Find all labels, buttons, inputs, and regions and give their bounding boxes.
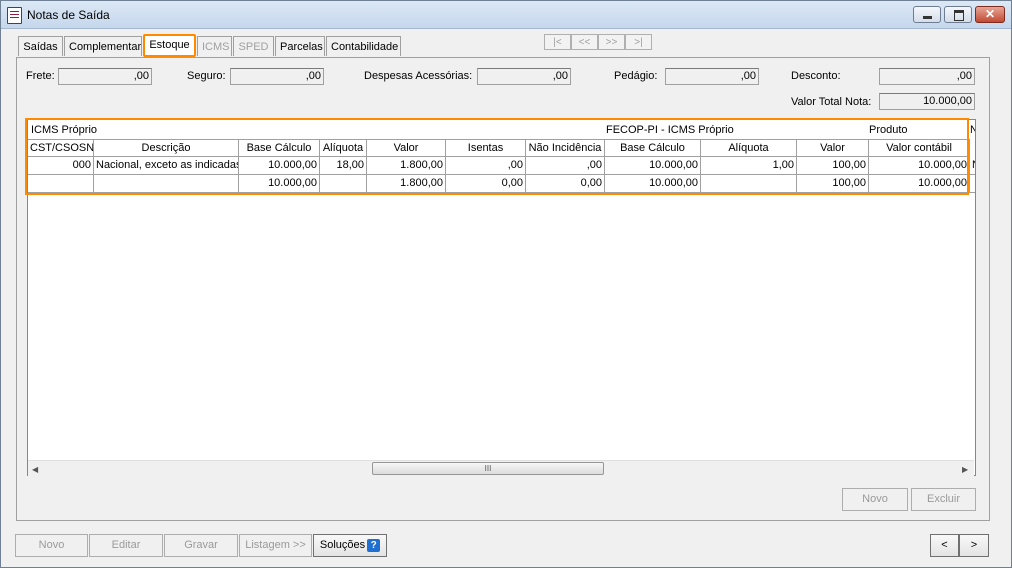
desconto-field[interactable]: ,00 [879,68,975,85]
prev-record-button[interactable]: << [571,34,598,50]
next-record-button[interactable]: >> [598,34,625,50]
prev-page-button[interactable]: < [930,534,959,557]
next-page-button[interactable]: > [959,534,989,557]
table-cell[interactable]: 10.000,00 [869,157,970,175]
table-cell[interactable]: 000 [28,157,94,175]
group-header-next: N [970,122,975,138]
col-fecop-base-calculo[interactable]: Base Cálculo [605,139,701,157]
title-bar: Notas de Saída [1,1,1011,29]
estoque-grid: ICMS Próprio FECOP-PI - ICMS Próprio Pro… [27,119,976,476]
col-fecop-valor[interactable]: Valor [797,139,869,157]
group-header-fecop: FECOP-PI - ICMS Próprio [606,124,734,136]
table-cell[interactable] [320,175,367,193]
despesas-acessorias-field[interactable]: ,00 [477,68,571,85]
last-record-button[interactable]: >| [625,34,652,50]
seguro-field[interactable]: ,00 [230,68,324,85]
col-descricao[interactable]: Descrição [94,139,239,157]
col-base-calculo[interactable]: Base Cálculo [239,139,320,157]
panel-excluir-button[interactable]: Excluir [911,488,976,511]
valor-total-nota-field: 10.000,00 [879,93,975,110]
gravar-button[interactable]: Gravar [164,534,238,557]
table-cell[interactable] [28,175,94,193]
table-cell[interactable]: 10.000,00 [869,175,970,193]
frete-label: Frete: [26,70,55,82]
seguro-label: Seguro: [187,70,226,82]
table-cell[interactable]: 1.800,00 [367,175,446,193]
editar-button[interactable]: Editar [89,534,163,557]
tab-estoque[interactable]: Estoque [143,34,196,57]
table-cell[interactable]: 10.000,00 [239,175,320,193]
tab-complementar[interactable]: Complementar [64,36,142,56]
solucoes-button[interactable]: Soluções? [313,534,387,557]
group-header-icms-proprio: ICMS Próprio [31,124,98,136]
table-cell[interactable]: 10.000,00 [605,157,701,175]
table-cell[interactable] [94,175,239,193]
panel-novo-button[interactable]: Novo [842,488,908,511]
pedagio-field[interactable]: ,00 [665,68,759,85]
table-cell[interactable] [970,175,975,193]
maximize-button[interactable] [944,6,972,23]
tab-parcelas[interactable]: Parcelas [275,36,325,56]
col-valor[interactable]: Valor [367,139,446,157]
tab-sped[interactable]: SPED [233,36,274,56]
scroll-right-icon[interactable]: ▶ [962,465,968,474]
col-nao-incidencia[interactable]: Não Incidência [526,139,605,157]
table-cell[interactable]: 0,00 [526,175,605,193]
novo-button[interactable]: Novo [15,534,88,557]
scroll-left-icon[interactable]: ◀ [32,465,38,474]
col-cst-csosn[interactable]: CST/CSOSN [28,139,94,157]
window-title: Notas de Saída [27,8,110,22]
despesas-acessorias-label: Despesas Acessórias: [364,70,473,82]
table-cell[interactable]: 1.800,00 [367,157,446,175]
desconto-label: Desconto: [791,70,841,82]
scroll-thumb[interactable]: III [372,462,604,475]
horizontal-scrollbar[interactable]: ◀ III ▶ [28,460,974,477]
table-cell[interactable]: 18,00 [320,157,367,175]
col-aliquota[interactable]: Alíquota [320,139,367,157]
table-cell[interactable]: 0,00 [446,175,526,193]
tab-saidas[interactable]: Saídas [18,36,63,56]
group-header-produto: Produto [869,124,908,136]
table-cell[interactable]: ,00 [446,157,526,175]
table-cell[interactable]: N [970,157,975,175]
table-cell[interactable] [701,175,797,193]
table-cell[interactable]: 10.000,00 [239,157,320,175]
document-icon [7,7,22,24]
table-cell[interactable]: Nacional, exceto as indicadas [94,157,239,175]
pedagio-label: Pedágio: [614,70,658,82]
col-valor-contabil[interactable]: Valor contábil [869,139,970,157]
table-cell[interactable]: 100,00 [797,157,869,175]
col-isentas[interactable]: Isentas [446,139,526,157]
listagem-button[interactable]: Listagem >> [239,534,312,557]
solucoes-label: Soluções [319,539,366,551]
tab-icms[interactable]: ICMS [197,36,232,56]
frete-field[interactable]: ,00 [58,68,152,85]
table-cell[interactable]: 1,00 [701,157,797,175]
help-icon: ? [367,538,381,552]
table-cell[interactable]: 100,00 [797,175,869,193]
table-cell[interactable]: 10.000,00 [605,175,701,193]
tab-contabilidade[interactable]: Contabilidade [326,36,401,56]
table-cell[interactable]: ,00 [526,157,605,175]
minimize-button[interactable] [913,6,941,23]
valor-total-nota-label: Valor Total Nota: [791,96,872,108]
notas-de-saida-window: Notas de Saída Saídas Complementar Estoq… [0,0,1012,568]
first-record-button[interactable]: |< [544,34,571,50]
col-fecop-aliquota[interactable]: Alíquota [701,139,797,157]
close-button[interactable] [975,6,1005,23]
